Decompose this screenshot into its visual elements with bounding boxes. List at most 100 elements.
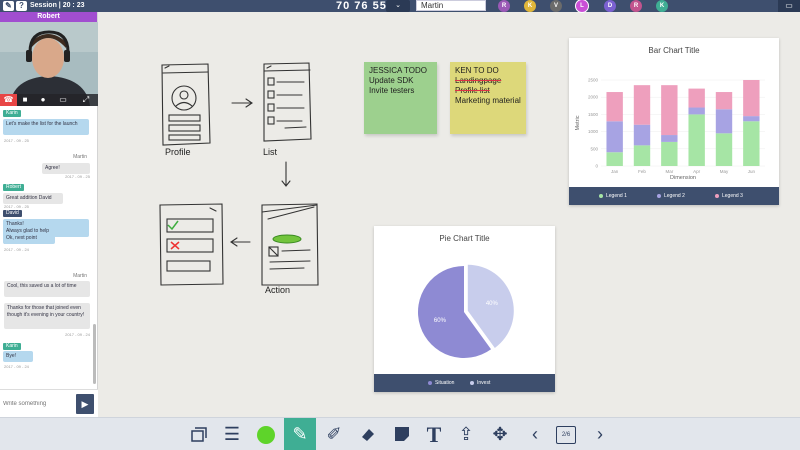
pen-tool-icon[interactable]: ✎ [284, 418, 316, 450]
sticky-note-line: Landingpage [455, 76, 502, 85]
chat-message: Let's make the list for the launch [3, 119, 89, 135]
y-axis-label: Metric [575, 115, 581, 130]
video-feed: ☎ ■ ● ▭ ⤢ [0, 22, 98, 106]
pie-chart-legend: Situation Invest [374, 374, 555, 392]
participant-avatar[interactable]: K [524, 0, 536, 12]
participant-avatar[interactable]: R [498, 0, 510, 12]
text-tool-icon[interactable]: T [418, 418, 450, 450]
page-indicator: 2/6 [556, 426, 576, 444]
bar-segment [743, 80, 760, 117]
next-page-icon[interactable]: › [584, 418, 616, 450]
bar-segment [688, 114, 705, 166]
session-code: 70 76 55 [336, 0, 387, 12]
wireframe-sketch [159, 62, 319, 286]
participant-avatar[interactable]: V [550, 0, 562, 12]
bar-segment [606, 121, 623, 153]
layers-icon[interactable] [183, 418, 215, 450]
chat-timestamp: 2017 - 09 - 24 [4, 364, 29, 369]
participant-avatar[interactable]: D [604, 0, 616, 12]
chat-message: Bye! [3, 351, 33, 362]
pie-chart-card[interactable]: Pie Chart Title 60% 40% Situation Invest [374, 226, 555, 392]
pie-slice-label: 60% [434, 318, 447, 324]
left-panel: Robert ☎ ■ ● ▭ ⤢ Karin Let's make the lis… [0, 12, 98, 417]
sticky-note-line: Profile list [455, 86, 490, 95]
legend-item-invest: Invest [470, 380, 490, 386]
app-logo-icon[interactable]: ✎ [3, 1, 14, 11]
chat-sender-name: Karin [3, 110, 21, 117]
bar-segment [661, 141, 678, 166]
legend-label-2: Legend 2 [664, 193, 685, 199]
bar-segment [633, 124, 651, 146]
send-icon[interactable]: ▶ [76, 394, 94, 414]
x-tick-label: Jun [748, 169, 756, 174]
legend-item-situation: Situation [428, 380, 454, 386]
chat-timestamp: 2017 - 09 - 25 [4, 204, 29, 209]
legend-item-2: Legend 2 [657, 193, 685, 199]
participant-avatar[interactable]: R [630, 0, 642, 12]
chat-sender-name: David [3, 210, 22, 217]
participant-name-input[interactable] [416, 0, 486, 11]
top-bar: ✎ ? Session | 20 : 23 70 76 55 ⌄ R K V L D R K… [0, 0, 800, 12]
chevron-down-icon[interactable]: ⌄ [386, 0, 410, 12]
participant-avatar[interactable]: K [656, 0, 668, 12]
bar-segment [743, 116, 760, 122]
chat-message: Agree! [42, 163, 90, 174]
bar-segment [715, 92, 733, 110]
bar-segment [715, 109, 733, 134]
video-controls: ☎ ■ ● ▭ ⤢ [0, 94, 98, 106]
sticky-note-ken[interactable]: KEN TO DO Landingpage Profile list Marketin… [450, 62, 526, 134]
bar-segment [633, 85, 651, 125]
microphone-icon[interactable]: ● [35, 94, 51, 106]
sketch-label-list: List [263, 147, 278, 157]
legend-swatch-situation [428, 380, 432, 385]
sticky-note-line: Marketing material [455, 96, 521, 105]
move-tool-icon[interactable]: ✥ [484, 418, 516, 450]
camera-icon[interactable]: ■ [17, 94, 33, 106]
chat-toggle-icon[interactable]: ▭ [778, 0, 800, 12]
help-icon[interactable]: ? [16, 1, 27, 11]
hang-up-icon[interactable]: ☎ [0, 94, 17, 106]
video-user-name: Robert [0, 12, 97, 22]
bar-segment [633, 145, 651, 166]
eraser-tool-icon[interactable] [352, 418, 384, 450]
sticky-note-jessica[interactable]: JESSICA TODO Update SDK Invite testers [364, 62, 437, 134]
x-tick-label: Apr [693, 169, 701, 174]
bar-segment [688, 107, 705, 115]
sketch-label-action: Action [265, 285, 291, 295]
screen-share-icon[interactable]: ▭ [55, 94, 71, 106]
chat-timestamp: 2017 - 09 - 24 [65, 332, 90, 337]
marker-tool-icon[interactable]: ✐ [318, 418, 350, 450]
sticky-note-line: Invite testers [369, 86, 415, 95]
y-tick-label: 1000 [588, 129, 599, 134]
menu-icon[interactable]: ☰ [216, 418, 248, 450]
chat-sender-name: Robert [3, 184, 25, 191]
y-tick-label: 500 [590, 146, 598, 151]
fullscreen-icon[interactable]: ⤢ [78, 94, 94, 106]
chat-messages[interactable]: Karin Let's make the list for the launch 2… [0, 106, 98, 389]
legend-label-1: Legend 1 [606, 193, 627, 199]
x-tick-label: May [720, 169, 729, 174]
previous-page-icon[interactable]: ‹ [519, 418, 551, 450]
sticky-note-line: KEN TO DO [455, 66, 499, 75]
chat-message: Thanks for those that joined even though… [4, 303, 90, 329]
chat-sender-name: Martin [70, 273, 90, 280]
bar-segment [661, 85, 678, 136]
chat-timestamp: 2017 - 09 - 24 [4, 247, 29, 252]
bar-chart-card[interactable]: Bar Chart Title 0 500 1000 1500 2000 2500 Jan F… [569, 38, 779, 205]
chat-message: Ok, next point [3, 233, 55, 244]
chat-sender-name: Martin [70, 154, 90, 161]
upload-icon[interactable]: ⇪ [450, 418, 482, 450]
chat-composer: ▶ [0, 389, 98, 417]
y-tick-label: 2500 [588, 78, 599, 83]
sticky-note-tool-icon[interactable] [386, 418, 418, 450]
bar-chart-legend: Legend 1 Legend 2 Legend 3 [569, 187, 779, 205]
bar-segment [606, 152, 623, 166]
chat-scrollbar[interactable] [93, 324, 96, 384]
color-picker-icon[interactable] [250, 418, 282, 450]
participant-avatar[interactable]: L [576, 0, 588, 12]
session-timer: Session | 20 : 23 [30, 2, 85, 9]
legend-label-situation: Situation [435, 380, 455, 386]
pie-slice-label: 40% [486, 301, 499, 307]
chat-message-input[interactable] [3, 394, 73, 414]
y-tick-label: 1500 [588, 112, 599, 117]
